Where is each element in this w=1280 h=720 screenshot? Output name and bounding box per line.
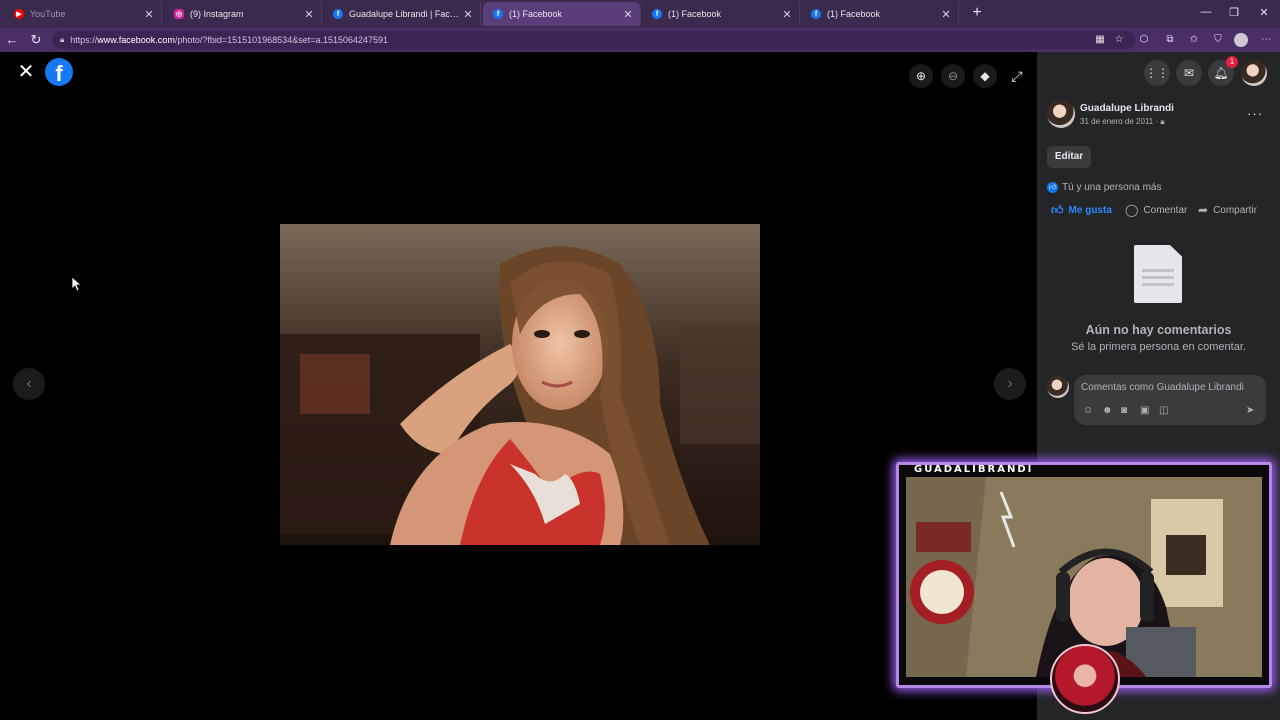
send-icon[interactable]: ➤ <box>1246 405 1254 416</box>
comment-bubble-icon: ◯ <box>1125 203 1139 217</box>
tab-label: Guadalupe Librandi | Facebook <box>349 9 462 19</box>
browser-tab-bar: ▶ YouTube ✕ ◎ (9) Instagram ✕ f Guadalup… <box>0 0 1280 28</box>
lock-icon: 🔒︎ <box>60 35 65 44</box>
like-button[interactable]: 👍︎ Me gusta <box>1051 202 1112 218</box>
thumbs-up-icon: 👍︎ <box>1051 202 1064 217</box>
url-path: /photo/?fbid=1515101968534&set=a.1515064… <box>174 35 389 45</box>
facebook-icon: f <box>811 9 821 19</box>
reactions-text: Tú y una persona más <box>1062 182 1162 193</box>
commenter-avatar[interactable] <box>1047 376 1069 398</box>
tab-facebook[interactable]: f (1) Facebook ✕ <box>801 2 959 26</box>
camera-icon[interactable]: ◙ <box>1121 405 1127 416</box>
tab-label: (1) Facebook <box>668 9 722 19</box>
gif-icon[interactable]: ▣ <box>1140 405 1149 416</box>
more-options-icon[interactable]: ⋯ <box>1258 32 1274 48</box>
window-close-button[interactable]: ✕ <box>1254 6 1274 20</box>
instagram-icon: ◎ <box>174 9 184 19</box>
close-icon[interactable]: ✕ <box>462 8 474 21</box>
author-avatar[interactable] <box>1047 100 1075 128</box>
minimize-button[interactable]: — <box>1196 6 1216 20</box>
tab-instagram[interactable]: ◎ (9) Instagram ✕ <box>164 2 322 26</box>
new-tab-button[interactable]: + <box>968 4 986 22</box>
no-comments-title: Aún no hay comentarios <box>1085 323 1232 337</box>
profile-avatar[interactable] <box>1234 33 1248 47</box>
more-options-icon[interactable]: ··· <box>1247 106 1263 121</box>
sticker-icon[interactable]: ◫ <box>1159 405 1168 416</box>
tab-label: (9) Instagram <box>190 9 244 19</box>
facebook-icon: f <box>493 9 503 19</box>
tab-label: (1) Facebook <box>827 9 881 19</box>
split-screen-icon[interactable]: ⧉ <box>1162 32 1178 48</box>
restore-button[interactable]: ❐ <box>1224 6 1244 20</box>
tab-facebook-profile[interactable]: f Guadalupe Librandi | Facebook ✕ <box>323 2 481 26</box>
vtuber-avatar <box>1050 644 1120 714</box>
close-icon[interactable]: ✕ <box>622 8 634 21</box>
comment-input[interactable]: Comentas como Guadalupe Librandi ☺ ☻ ◙ ▣… <box>1074 375 1266 425</box>
close-icon[interactable]: ✕ <box>143 8 155 21</box>
address-toolbar: ← ↻ 🔒︎ https://www.facebook.com/photo/?f… <box>0 28 1280 52</box>
menu-grid-icon[interactable]: ⋮⋮ <box>1144 60 1170 86</box>
extensions-icon[interactable]: ⬡ <box>1136 32 1152 48</box>
reactions-summary[interactable]: 👍︎ Tú y una persona más <box>1047 182 1162 193</box>
messenger-icon[interactable]: ✉ <box>1176 60 1202 86</box>
photo-viewer: ✕ f ⊕ ⊖ ◆ ⤢ ‹ › <box>0 52 1037 720</box>
next-photo-button[interactable]: › <box>994 368 1026 400</box>
zoom-out-icon[interactable]: ⊖ <box>941 64 965 88</box>
url-bar[interactable]: 🔒︎ https://www.facebook.com/photo/?fbid=… <box>52 31 1136 49</box>
share-arrow-icon: ➦ <box>1198 203 1209 217</box>
post-photo <box>280 224 760 545</box>
tab-label: YouTube <box>30 9 66 19</box>
tag-icon[interactable]: ◆ <box>973 64 997 88</box>
zoom-in-icon[interactable]: ⊕ <box>909 64 933 88</box>
url-host: www.facebook.com <box>97 35 175 45</box>
back-button[interactable]: ← <box>4 32 20 48</box>
avatar-sticker-icon[interactable]: ☺ <box>1083 405 1093 416</box>
author-name[interactable]: Guadalupe Librandi <box>1080 103 1174 114</box>
no-comments-subtitle: Sé la primera persona en comentar. <box>1071 341 1246 353</box>
comment-button[interactable]: ◯ Comentar <box>1125 202 1187 218</box>
comment-placeholder: Comentas como Guadalupe Librandi <box>1081 382 1244 393</box>
favorites-icon[interactable]: ✩ <box>1186 32 1202 48</box>
mouse-cursor <box>72 277 82 291</box>
like-reaction-icon: 👍︎ <box>1047 182 1058 193</box>
close-icon[interactable]: ✕ <box>303 8 315 21</box>
channel-name: GUADALIBRANDI <box>914 464 1034 475</box>
previous-photo-button[interactable]: ‹ <box>13 368 45 400</box>
tab-facebook-active[interactable]: f (1) Facebook ✕ <box>483 2 641 26</box>
edit-button[interactable]: Editar <box>1047 146 1091 168</box>
tab-youtube[interactable]: ▶ YouTube ✕ <box>4 2 162 26</box>
fullscreen-icon[interactable]: ⤢ <box>1005 64 1029 88</box>
notification-count-badge: 1 <box>1226 56 1238 68</box>
close-icon[interactable]: ✕ <box>940 8 952 21</box>
close-icon[interactable]: ✕ <box>781 8 793 21</box>
youtube-icon: ▶ <box>14 9 24 19</box>
shield-icon[interactable]: ⛉ <box>1210 32 1226 48</box>
emoji-icon[interactable]: ☻ <box>1102 405 1113 416</box>
favorite-star-icon[interactable]: ☆ <box>1111 32 1127 48</box>
reader-mode-icon[interactable]: ▦ <box>1092 32 1108 48</box>
url-prefix: https:// <box>70 35 98 45</box>
facebook-icon: f <box>652 9 662 19</box>
post-date[interactable]: 31 de enero de 2011 · 🔒︎ <box>1080 117 1165 127</box>
facebook-icon: f <box>333 9 343 19</box>
tab-facebook[interactable]: f (1) Facebook ✕ <box>642 2 800 26</box>
account-avatar[interactable] <box>1241 60 1267 86</box>
reload-button[interactable]: ↻ <box>28 32 44 48</box>
empty-document-icon <box>1134 245 1182 303</box>
facebook-logo[interactable]: f <box>45 58 73 86</box>
close-viewer-button[interactable]: ✕ <box>16 62 36 82</box>
tab-label: (1) Facebook <box>509 9 563 19</box>
share-button[interactable]: ➦ Compartir <box>1198 202 1257 218</box>
privacy-lock-icon: 🔒︎ <box>1160 117 1165 126</box>
